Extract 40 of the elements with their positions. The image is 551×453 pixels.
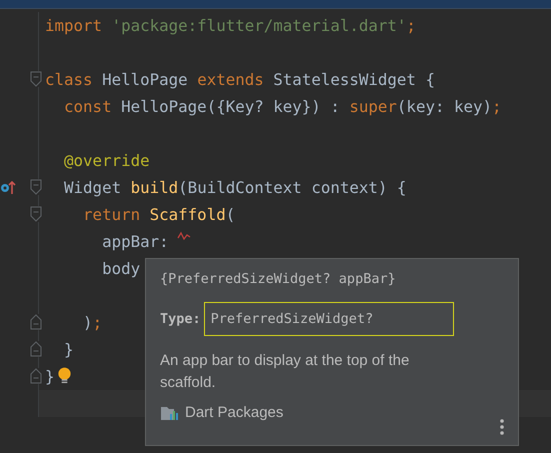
code-token: HelloPage — [102, 70, 189, 89]
override-marker-icon[interactable] — [0, 179, 16, 195]
code-token: (BuildContext context) { — [178, 178, 406, 197]
code-token: Scaffold — [150, 205, 226, 224]
code-token: @override — [63, 151, 150, 170]
fold-icon[interactable] — [30, 341, 42, 357]
code-token: extends — [197, 70, 265, 89]
code-token: ( — [226, 205, 236, 224]
fold-icon[interactable] — [30, 71, 42, 87]
library-icon — [160, 404, 180, 420]
code-token: ; — [492, 97, 502, 116]
code-token: (key: key) — [396, 97, 492, 116]
fold-icon[interactable] — [30, 179, 42, 195]
code-token: class — [45, 70, 94, 89]
code-token: appBar: — [101, 232, 169, 251]
type-label: Type: — [160, 311, 201, 327]
fold-icon[interactable] — [30, 206, 42, 222]
code-token: HelloPage({Key? key}) : — [121, 97, 341, 116]
code-token: body — [101, 259, 140, 278]
signature-text: {PreferredSizeWidget? appBar} — [160, 271, 397, 287]
code-token: const — [63, 97, 113, 116]
type-value: PreferredSizeWidget? — [204, 302, 454, 336]
more-options-icon[interactable] — [500, 419, 504, 435]
fold-icon[interactable] — [30, 314, 42, 330]
code-token: Widget — [63, 178, 122, 197]
code-token: ; — [406, 16, 416, 35]
lightbulb-icon[interactable] — [56, 367, 72, 386]
code-token: return — [82, 205, 142, 224]
code-token: } — [45, 367, 55, 386]
code-token: ) — [82, 313, 93, 332]
code-token: build — [130, 178, 178, 197]
code-token: import — [45, 16, 104, 35]
fold-icon[interactable] — [30, 368, 42, 384]
code-token: 'package:flutter/material.dart' — [112, 16, 406, 35]
code-token: StatelessWidget { — [273, 70, 435, 89]
code-token: } — [63, 340, 74, 359]
source-link[interactable]: Dart Packages — [185, 404, 284, 421]
code-token: super — [349, 97, 397, 116]
description-text: An app bar to display at the top of the scaffold. — [160, 351, 410, 393]
code-token: ; — [92, 313, 102, 332]
